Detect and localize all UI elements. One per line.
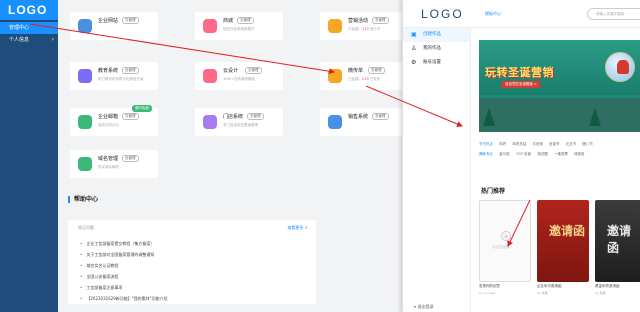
arrow-line [507, 199, 531, 247]
arrow-line [29, 23, 335, 75]
arrow-line [365, 85, 463, 127]
annotation-arrows [29, 23, 531, 247]
